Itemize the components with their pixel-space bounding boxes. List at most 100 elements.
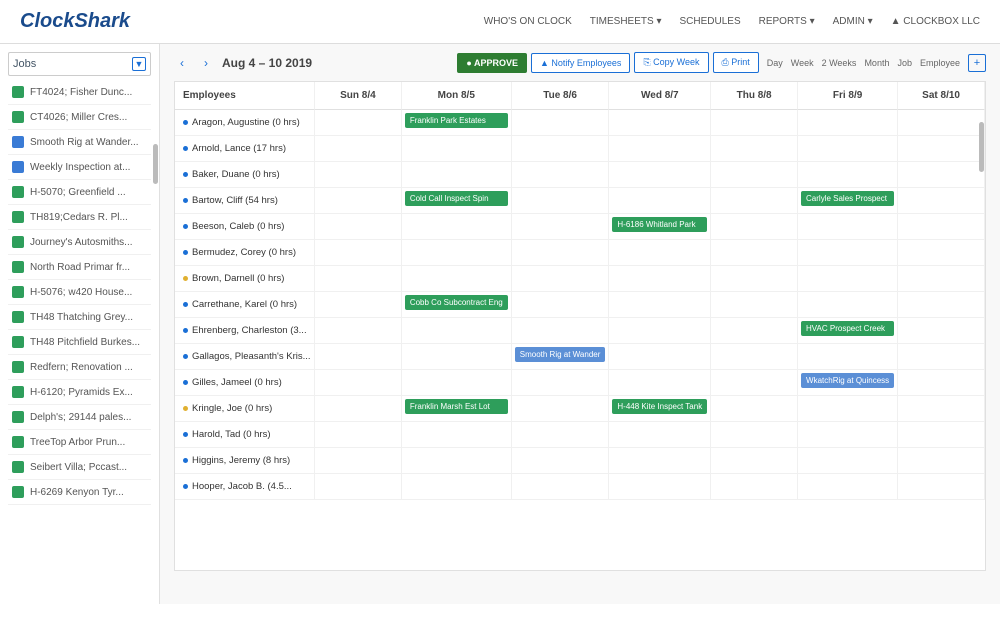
sidebar-item[interactable]: Weekly Inspection at... xyxy=(8,155,151,180)
topnav-item[interactable]: REPORTS ▾ xyxy=(759,16,815,27)
day-cell[interactable] xyxy=(402,214,512,240)
employee-cell[interactable]: Ehrenberg, Charleston (3... xyxy=(175,318,315,344)
day-cell[interactable] xyxy=(711,370,798,396)
day-cell[interactable] xyxy=(898,292,985,318)
day-cell[interactable] xyxy=(512,292,610,318)
employee-cell[interactable]: Gilles, Jameel (0 hrs) xyxy=(175,370,315,396)
day-cell[interactable] xyxy=(711,136,798,162)
day-cell[interactable] xyxy=(898,474,985,500)
day-cell[interactable] xyxy=(315,292,402,318)
sidebar-item[interactable]: Smooth Rig at Wander... xyxy=(8,130,151,155)
day-cell[interactable]: Franklin Marsh Est Lot xyxy=(402,396,512,422)
day-cell[interactable] xyxy=(798,396,898,422)
day-cell[interactable] xyxy=(512,370,610,396)
day-cell[interactable] xyxy=(798,266,898,292)
day-cell[interactable] xyxy=(898,266,985,292)
day-cell[interactable] xyxy=(711,474,798,500)
employee-cell[interactable]: Carrethane, Karel (0 hrs) xyxy=(175,292,315,318)
day-cell[interactable] xyxy=(609,318,711,344)
sidebar-item[interactable]: TH48 Thatching Grey... xyxy=(8,305,151,330)
day-cell[interactable] xyxy=(402,318,512,344)
day-cell[interactable]: Carlyle Sales Prospect xyxy=(798,188,898,214)
topnav-item[interactable]: ADMIN ▾ xyxy=(833,16,873,27)
day-cell[interactable] xyxy=(898,422,985,448)
day-cell[interactable] xyxy=(798,240,898,266)
sidebar-tab-jobs[interactable]: Jobs ▼ xyxy=(8,52,151,76)
day-cell[interactable] xyxy=(315,162,402,188)
day-cell[interactable] xyxy=(402,474,512,500)
view-link[interactable]: Day xyxy=(767,58,783,68)
employee-cell[interactable]: Aragon, Augustine (0 hrs) xyxy=(175,110,315,136)
day-cell[interactable] xyxy=(315,240,402,266)
day-cell[interactable] xyxy=(711,344,798,370)
day-cell[interactable]: Cobb Co Subcontract Eng xyxy=(402,292,512,318)
employee-cell[interactable]: Arnold, Lance (17 hrs) xyxy=(175,136,315,162)
day-cell[interactable] xyxy=(609,422,711,448)
day-cell[interactable] xyxy=(402,422,512,448)
day-cell[interactable] xyxy=(711,240,798,266)
day-cell[interactable] xyxy=(315,136,402,162)
day-cell[interactable] xyxy=(512,188,610,214)
day-cell[interactable] xyxy=(798,214,898,240)
employee-cell[interactable]: Bartow, Cliff (54 hrs) xyxy=(175,188,315,214)
view-link[interactable]: Employee xyxy=(920,58,960,68)
sidebar-item[interactable]: H-6269 Kenyon Tyr... xyxy=(8,480,151,505)
sidebar-item[interactable]: Redfern; Renovation ... xyxy=(8,355,151,380)
day-cell[interactable] xyxy=(609,292,711,318)
schedule-event[interactable]: Smooth Rig at Wander xyxy=(515,347,606,362)
sidebar-item[interactable]: Seibert Villa; Pccast... xyxy=(8,455,151,480)
topnav-item[interactable]: TIMESHEETS ▾ xyxy=(590,16,662,27)
day-cell[interactable] xyxy=(402,240,512,266)
sidebar-item[interactable]: TH819;Cedars R. Pl... xyxy=(8,205,151,230)
prev-week-button[interactable]: ‹ xyxy=(174,54,190,72)
day-cell[interactable]: H-6186 Whitland Park xyxy=(609,214,711,240)
day-cell[interactable] xyxy=(512,266,610,292)
day-cell[interactable] xyxy=(315,266,402,292)
day-cell[interactable] xyxy=(512,422,610,448)
day-cell[interactable] xyxy=(898,110,985,136)
day-cell[interactable] xyxy=(402,162,512,188)
day-cell[interactable] xyxy=(798,344,898,370)
employee-cell[interactable]: Hooper, Jacob B. (4.5... xyxy=(175,474,315,500)
topnav-item[interactable]: ▲ CLOCKBOX LLC xyxy=(891,16,980,27)
day-cell[interactable] xyxy=(402,370,512,396)
day-cell[interactable] xyxy=(402,448,512,474)
day-cell[interactable] xyxy=(512,240,610,266)
employee-cell[interactable]: Bermudez, Corey (0 hrs) xyxy=(175,240,315,266)
day-cell[interactable] xyxy=(512,318,610,344)
day-cell[interactable] xyxy=(711,188,798,214)
day-cell[interactable] xyxy=(798,422,898,448)
day-cell[interactable] xyxy=(898,396,985,422)
view-link[interactable]: Month xyxy=(864,58,889,68)
day-cell[interactable] xyxy=(711,448,798,474)
notify-employees-button[interactable]: ▲ Notify Employees xyxy=(531,53,630,73)
day-cell[interactable] xyxy=(898,240,985,266)
day-cell[interactable] xyxy=(315,110,402,136)
day-cell[interactable] xyxy=(609,344,711,370)
view-link[interactable]: Job xyxy=(897,58,912,68)
day-cell[interactable] xyxy=(402,136,512,162)
sidebar-item[interactable]: Journey's Autosmiths... xyxy=(8,230,151,255)
day-cell[interactable] xyxy=(898,318,985,344)
day-cell[interactable] xyxy=(609,448,711,474)
employee-cell[interactable]: Gallagos, Pleasanth's Kris... xyxy=(175,344,315,370)
day-cell[interactable] xyxy=(609,110,711,136)
sidebar-item[interactable]: North Road Primar fr... xyxy=(8,255,151,280)
day-cell[interactable] xyxy=(609,136,711,162)
day-cell[interactable] xyxy=(315,474,402,500)
employee-cell[interactable]: Harold, Tad (0 hrs) xyxy=(175,422,315,448)
day-cell[interactable] xyxy=(898,214,985,240)
schedule-event[interactable]: HVAC Prospect Creek xyxy=(801,321,894,336)
add-button[interactable]: + xyxy=(968,54,986,72)
day-cell[interactable] xyxy=(711,266,798,292)
day-cell[interactable] xyxy=(711,292,798,318)
day-cell[interactable] xyxy=(798,292,898,318)
sidebar-item[interactable]: H-5070; Greenfield ... xyxy=(8,180,151,205)
day-cell[interactable] xyxy=(512,448,610,474)
day-cell[interactable] xyxy=(898,344,985,370)
day-cell[interactable] xyxy=(512,396,610,422)
day-cell[interactable] xyxy=(315,318,402,344)
employee-cell[interactable]: Beeson, Caleb (0 hrs) xyxy=(175,214,315,240)
day-cell[interactable] xyxy=(609,240,711,266)
day-cell[interactable] xyxy=(898,188,985,214)
